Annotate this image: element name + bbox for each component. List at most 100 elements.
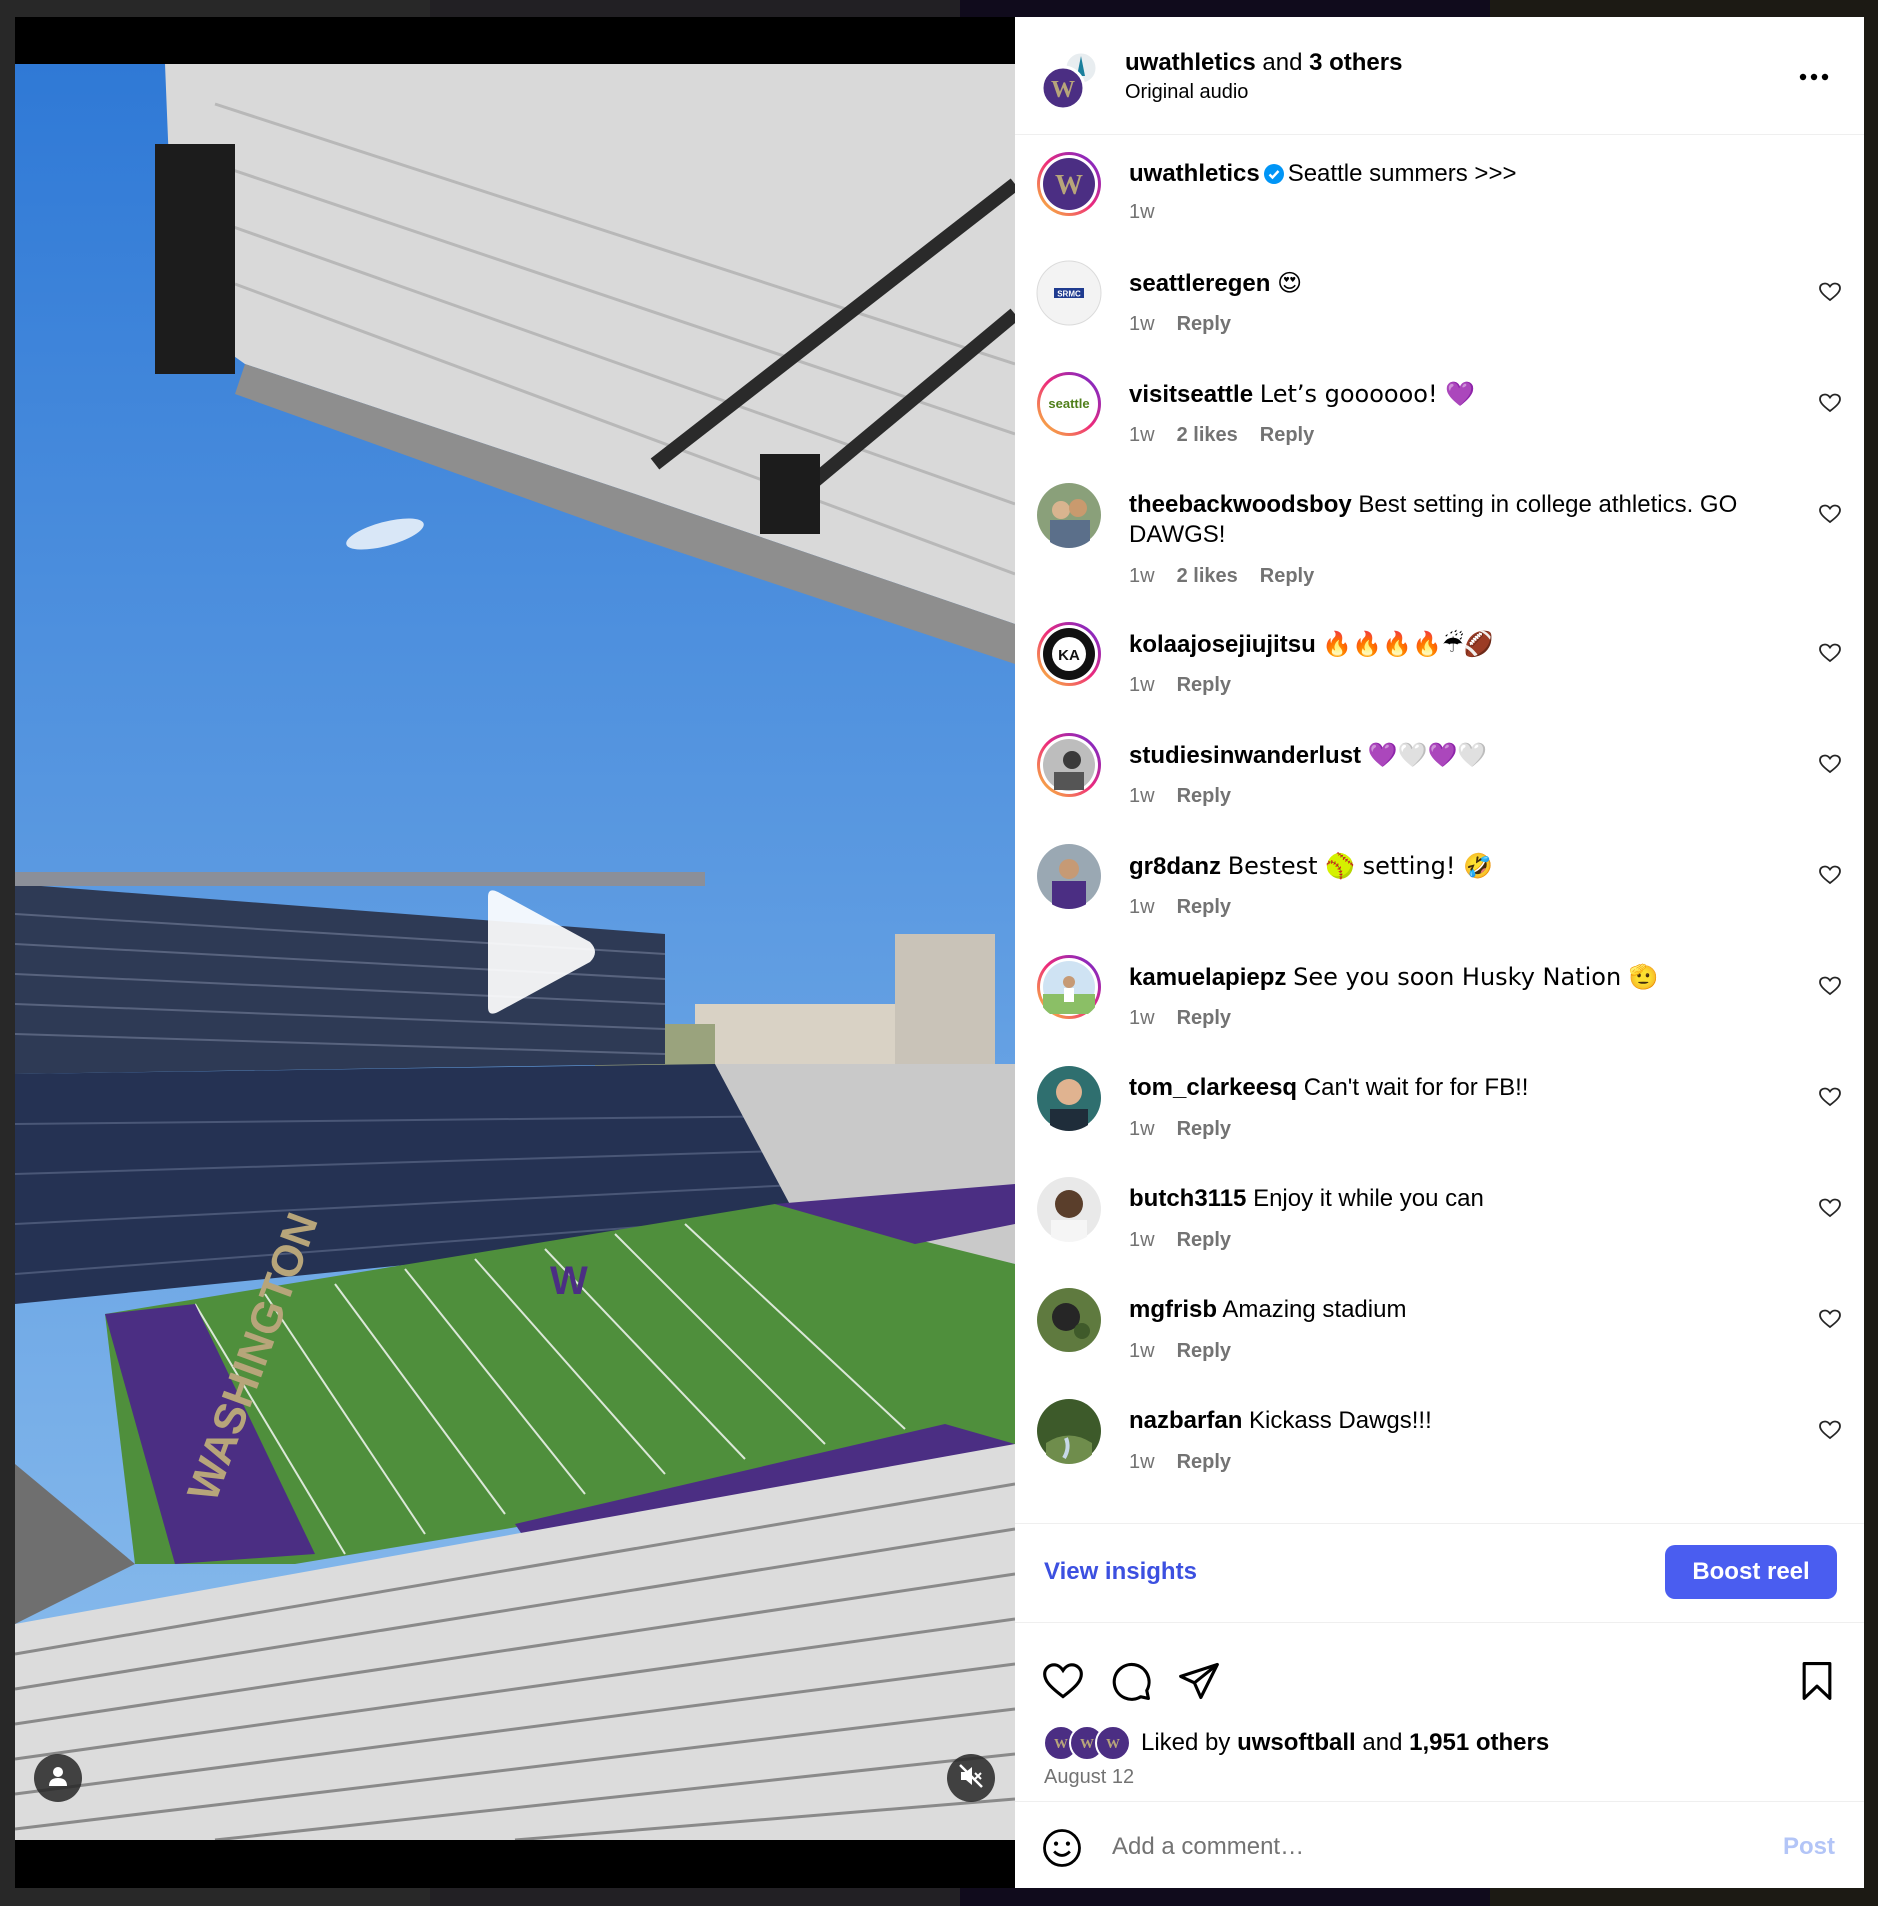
comment-avatar[interactable]	[1036, 482, 1102, 548]
comment-username[interactable]: nazbarfan	[1129, 1407, 1242, 1434]
save-button[interactable]	[1795, 1659, 1839, 1703]
like-comment-button[interactable]	[1818, 280, 1844, 306]
share-button[interactable]	[1177, 1659, 1221, 1703]
svg-text:KA: KA	[1058, 647, 1080, 664]
liker-avatar[interactable]: W	[1095, 1725, 1131, 1761]
comment-text-line: nazbarfan Kickass Dawgs!!!	[1129, 1406, 1789, 1436]
likes-count-link[interactable]: 1,951 others	[1409, 1729, 1549, 1756]
comment-likes[interactable]: 2 likes	[1177, 565, 1238, 587]
audio-link[interactable]: Original audio	[1125, 81, 1248, 104]
comment-text: See you soon Husky Nation 🫡	[1293, 963, 1659, 991]
reel-video-player[interactable]: WASHINGTON W	[15, 17, 1015, 1888]
comment-text-line: studiesinwanderlust 💜🤍💜🤍	[1129, 740, 1789, 771]
comment-username[interactable]: gr8danz	[1129, 853, 1221, 880]
post-comment-button[interactable]: Post	[1783, 1833, 1835, 1861]
comment-item: tom_clarkeesq Can't wait for for FB!! 1w…	[1015, 1065, 1864, 1145]
svg-text:W: W	[550, 1259, 588, 1303]
comment-avatar[interactable]: seattle	[1036, 371, 1102, 437]
collab-avatar[interactable]: W	[1040, 50, 1101, 111]
more-options-button[interactable]	[1794, 65, 1834, 89]
comment-text: Can't wait for for FB!!	[1303, 1074, 1529, 1101]
like-comment-button[interactable]	[1818, 391, 1844, 417]
reply-button[interactable]: Reply	[1177, 1340, 1231, 1362]
caption-username[interactable]: uwathletics	[1129, 160, 1260, 187]
comment-avatar[interactable]: KA	[1036, 621, 1102, 687]
comment-username[interactable]: mgfrisb	[1129, 1296, 1217, 1323]
like-comment-button[interactable]	[1818, 502, 1844, 528]
comment-username[interactable]: kamuelapiepz	[1129, 964, 1286, 991]
comment-likes[interactable]: 2 likes	[1177, 424, 1238, 446]
comment-avatar[interactable]	[1036, 1398, 1102, 1464]
comment-item: butch3115 Enjoy it while you can 1w Reply	[1015, 1176, 1864, 1256]
like-button[interactable]	[1041, 1659, 1085, 1703]
tagged-users-button[interactable]	[34, 1754, 82, 1802]
comment-avatar[interactable]	[1036, 1287, 1102, 1353]
view-insights-link[interactable]: View insights	[1044, 1558, 1197, 1586]
reply-button[interactable]: Reply	[1177, 785, 1231, 807]
play-icon[interactable]	[470, 887, 600, 1017]
like-comment-button[interactable]	[1818, 752, 1844, 778]
liked-by-user[interactable]: uwsoftball	[1237, 1729, 1356, 1756]
reply-button[interactable]: Reply	[1260, 565, 1314, 587]
like-comment-button[interactable]	[1818, 1196, 1844, 1222]
heart-icon	[1818, 976, 1842, 1002]
comment-text: Kickass Dawgs!!!	[1249, 1407, 1432, 1434]
like-comment-button[interactable]	[1818, 1085, 1844, 1111]
comment-avatar[interactable]	[1036, 732, 1102, 798]
comment-username[interactable]: kolaajosejiujitsu	[1129, 631, 1316, 658]
comment-time: 1w	[1129, 1007, 1155, 1029]
boost-reel-button[interactable]: Boost reel	[1665, 1545, 1837, 1599]
comment-input[interactable]	[1110, 1824, 1734, 1870]
comment-username[interactable]: studiesinwanderlust	[1129, 742, 1361, 769]
reply-button[interactable]: Reply	[1177, 674, 1231, 696]
comment-text: 🔥🔥🔥🔥☔🏈	[1322, 630, 1494, 658]
comment-text: Bestest 🥎 setting! 🤣	[1227, 852, 1493, 880]
heart-icon	[1818, 1087, 1842, 1113]
reply-button[interactable]: Reply	[1177, 313, 1231, 335]
reply-button[interactable]: Reply	[1177, 1229, 1231, 1251]
mute-button[interactable]	[947, 1754, 995, 1802]
heart-icon	[1818, 865, 1842, 891]
comment-time: 1w	[1129, 674, 1155, 696]
comment-time: 1w	[1129, 424, 1155, 446]
like-comment-button[interactable]	[1818, 1307, 1844, 1333]
comment-username[interactable]: tom_clarkeesq	[1129, 1074, 1297, 1101]
comment-meta: 1w Reply	[1129, 1451, 1253, 1474]
comment-username[interactable]: visitseattle	[1129, 381, 1253, 408]
heart-icon	[1818, 1309, 1842, 1335]
like-comment-button[interactable]	[1818, 863, 1844, 889]
like-comment-button[interactable]	[1818, 974, 1844, 1000]
author-username[interactable]: uwathletics	[1125, 49, 1256, 76]
reply-button[interactable]: Reply	[1177, 1451, 1231, 1473]
comments-list[interactable]: W uwathletics Seattle summers >>> 1w SRMC…	[1015, 134, 1864, 1523]
others-link[interactable]: 3 others	[1309, 49, 1402, 76]
comment-username[interactable]: theebackwoodsboy	[1129, 491, 1352, 518]
comment-text-line: butch3115 Enjoy it while you can	[1129, 1184, 1789, 1214]
caption-avatar[interactable]: W	[1036, 151, 1102, 217]
comment-meta: 1w Reply	[1129, 1340, 1253, 1363]
comment-avatar[interactable]	[1036, 1176, 1102, 1242]
like-comment-button[interactable]	[1818, 641, 1844, 667]
comment-avatar[interactable]: SRMC	[1036, 260, 1102, 326]
post-date: August 12	[1044, 1766, 1135, 1788]
comment-username[interactable]: butch3115	[1129, 1185, 1246, 1212]
comment-meta: 1w Reply	[1129, 1118, 1253, 1141]
comment-avatar[interactable]	[1036, 843, 1102, 909]
comment-item: seattle visitseattle Let’s goooooo! 💜 1w…	[1015, 371, 1864, 451]
comment-time: 1w	[1129, 313, 1155, 335]
liked-and: and	[1362, 1729, 1403, 1756]
comment-avatar[interactable]	[1036, 954, 1102, 1020]
heart-icon	[1818, 754, 1842, 780]
reply-button[interactable]: Reply	[1177, 1007, 1231, 1029]
reply-button[interactable]: Reply	[1177, 896, 1231, 918]
comment-text-line: theebackwoodsboy Best setting in college…	[1129, 490, 1789, 550]
caption-time: 1w	[1129, 201, 1155, 223]
comment-avatar[interactable]	[1036, 1065, 1102, 1131]
comment-button[interactable]	[1109, 1659, 1153, 1703]
reply-button[interactable]: Reply	[1177, 1118, 1231, 1140]
more-horizontal-icon	[1799, 68, 1829, 86]
comment-username[interactable]: seattleregen	[1129, 270, 1270, 297]
like-comment-button[interactable]	[1818, 1418, 1844, 1444]
reply-button[interactable]: Reply	[1260, 424, 1314, 446]
emoji-picker-button[interactable]	[1041, 1827, 1083, 1869]
